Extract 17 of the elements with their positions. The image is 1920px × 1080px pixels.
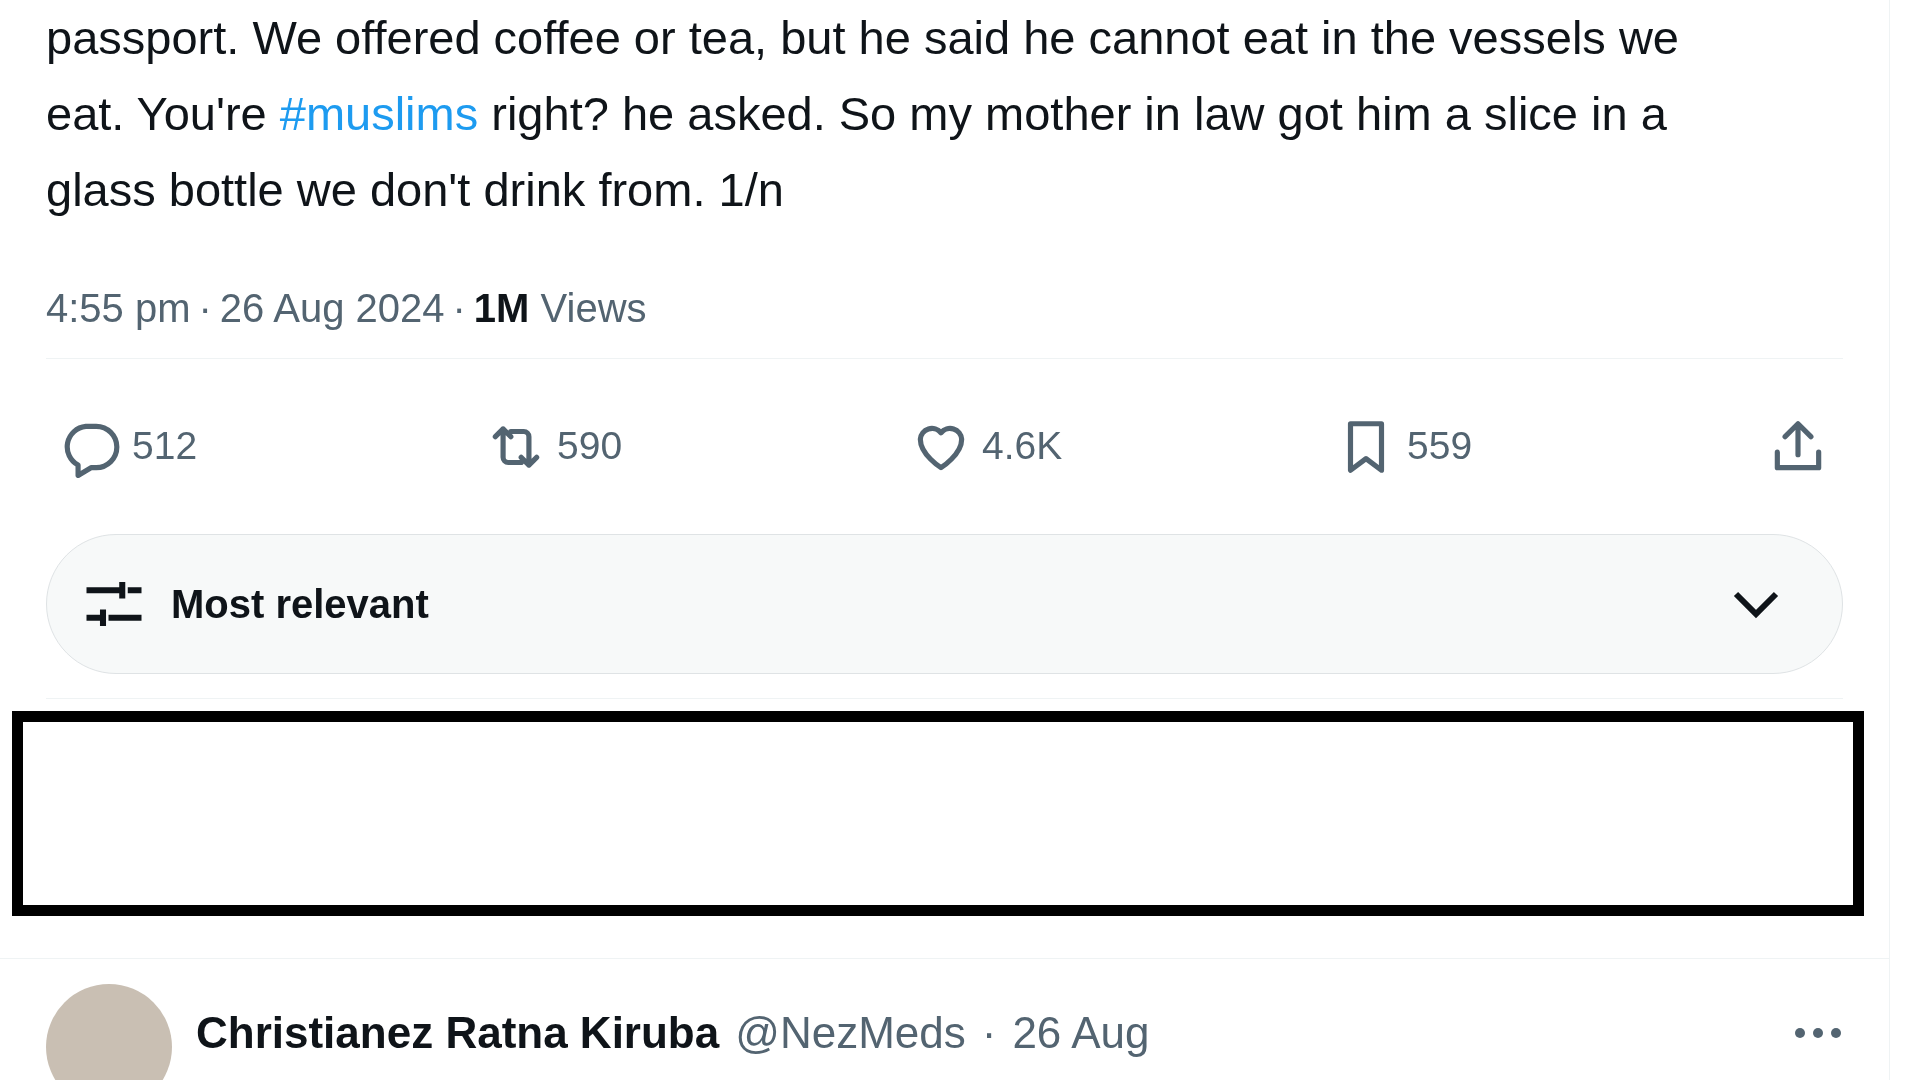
action-count: 4.6K bbox=[982, 423, 1063, 470]
more-options-icon[interactable] bbox=[1793, 1026, 1843, 1040]
post-time: 4:55 pm bbox=[46, 285, 191, 332]
view-count: 1M Views bbox=[473, 285, 647, 332]
action-count: 512 bbox=[132, 423, 198, 470]
reply-date: 26 Aug bbox=[1012, 1007, 1150, 1059]
tweet-text: passport. We offered coffee or tea, but he said he cannot eat in the vessels we eat. You're #muslims right? he asked. So my mother in law got him a slice in a glass bottle we don't drink from. 1/n bbox=[45, 10, 1680, 218]
post-date: 26 Aug 2024 bbox=[219, 285, 445, 332]
action-count: 590 bbox=[557, 423, 623, 470]
separator-dot: · bbox=[198, 285, 212, 332]
reply-handle[interactable]: @NezMeds bbox=[735, 1000, 966, 1066]
sort-label: Most relevant bbox=[171, 581, 429, 628]
separator-dot: · bbox=[981, 1007, 997, 1059]
action-count: 559 bbox=[1407, 423, 1473, 470]
reply-author-name[interactable]: Christianez Ratna Kiruba bbox=[196, 1000, 720, 1066]
sort-dropdown[interactable]: Most relevant bbox=[46, 534, 1843, 674]
separator-dot: · bbox=[452, 285, 466, 332]
